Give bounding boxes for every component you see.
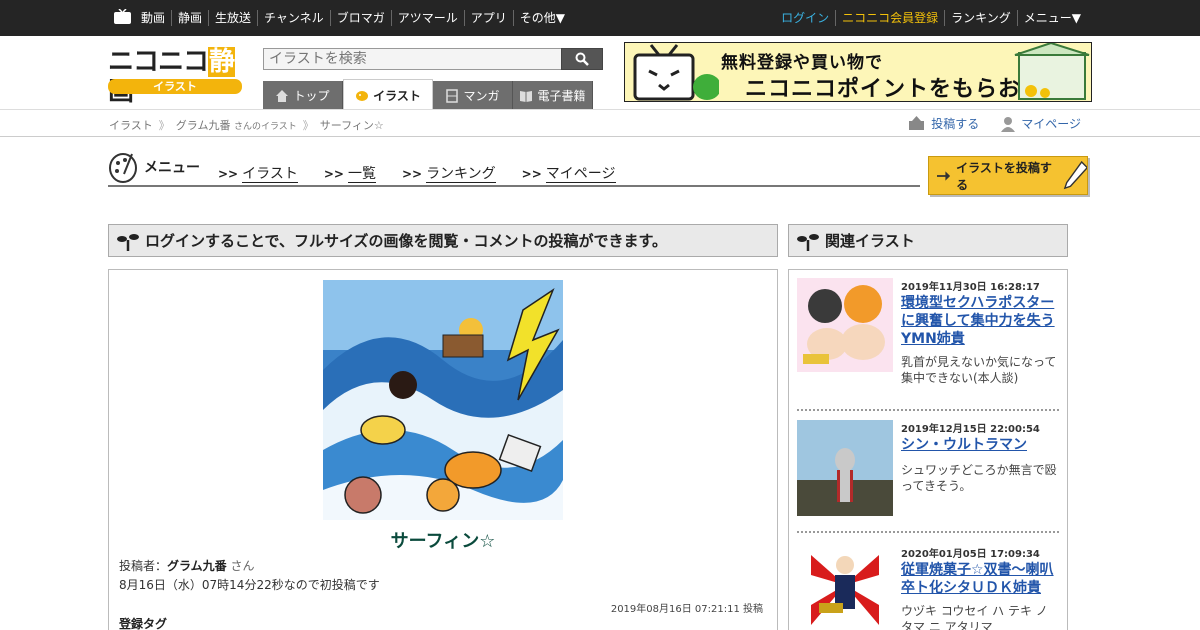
breadcrumb-current: サーフィン☆ xyxy=(319,119,384,132)
mypage-link[interactable]: マイページ xyxy=(1001,115,1081,132)
tags-heading: 登録タグ xyxy=(119,617,168,630)
menu-divider xyxy=(108,185,920,187)
sprout-icon xyxy=(117,233,139,251)
menu-link-list[interactable]: >> 一覧 xyxy=(324,163,376,183)
user-icon xyxy=(1001,116,1016,132)
sprout-icon xyxy=(797,233,819,251)
banner-tv-mascot xyxy=(633,44,719,101)
service-nav: 動画 静画 生放送 チャンネル ブロマガ アツマール アプリ その他▼ xyxy=(141,10,571,26)
search-icon xyxy=(575,52,589,66)
posted-timestamp: 2019年08月16日 07:21:11 投稿 xyxy=(610,604,763,615)
niconico-point-banner[interactable]: 無料登録や買い物で ニコニコポイントをもらおう xyxy=(624,42,1092,102)
pen-icon xyxy=(1063,160,1087,189)
related-thumbnail[interactable] xyxy=(797,278,893,372)
breadcrumb-bar: イラスト 》 グラム九番 さんのイラスト 》 サーフィン☆ 投稿する マイページ xyxy=(0,109,1200,137)
menu-dropdown[interactable]: メニュー▼ xyxy=(1016,10,1087,26)
arrow-right-icon xyxy=(937,170,951,181)
poster-name[interactable]: グラム九番 xyxy=(167,559,227,573)
post-illust-button[interactable]: イラストを投稿する xyxy=(928,156,1088,195)
related-description: シュワッチどころか無言で殴ってきそう。 xyxy=(901,463,1057,493)
related-item[interactable]: 2020年01月05日 17:09:34 従軍焼菓子☆双書～喇叭卒ト化シタＵＤＫ… xyxy=(797,545,1059,630)
related-header: 関連イラスト xyxy=(788,224,1068,257)
nav-atsumaru[interactable]: アツマール xyxy=(390,10,464,26)
related-date: 2019年11月30日 16:28:17 xyxy=(901,282,1040,293)
palette-icon xyxy=(356,91,369,101)
related-item[interactable]: 2019年11月30日 16:28:17 環境型セクハラポスターに興奮して集中力… xyxy=(797,278,1059,408)
niconico-seiga-logo[interactable]: ニコニコ静画 イラスト xyxy=(108,47,242,107)
login-notice-header: ログインすることで、フルサイズの画像を閲覧・コメントの投稿ができます。 xyxy=(108,224,778,257)
banner-main-text: ニコニコポイントをもらおう xyxy=(745,77,1045,102)
user-actions: 投稿する マイページ xyxy=(908,115,1081,132)
related-date: 2019年12月15日 22:00:54 xyxy=(901,424,1040,435)
tab-ebook[interactable]: 電子書籍 xyxy=(513,81,593,110)
illust-meta: 投稿者：グラム九番 さん 8月16日（水）07時14分22秒なので初投稿です xyxy=(119,557,380,595)
related-divider xyxy=(797,531,1059,533)
account-nav: ログイン ニコニコ会員登録 ランキング メニュー▼ xyxy=(775,10,1087,26)
section-tabs: トップ イラスト マンガ 電子書籍 xyxy=(263,79,593,110)
illust-caption: 8月16日（水）07時14分22秒なので初投稿です xyxy=(119,578,380,592)
nav-blomaga[interactable]: ブロマガ xyxy=(329,10,391,26)
related-divider xyxy=(797,409,1059,411)
menu-links: >> イラスト >> 一覧 >> ランキング >> マイページ xyxy=(218,163,616,183)
related-illust-list: 2019年11月30日 16:28:17 環境型セクハラポスターに興奮して集中力… xyxy=(788,269,1068,630)
menu-link-illust[interactable]: >> イラスト xyxy=(218,163,298,183)
related-title[interactable]: 従軍焼菓子☆双書～喇叭卒ト化シタＵＤＫ姉貴 xyxy=(901,561,1061,597)
nav-more-dropdown[interactable]: その他▼ xyxy=(512,10,571,26)
nav-app[interactable]: アプリ xyxy=(463,10,513,26)
home-icon xyxy=(276,89,289,102)
logo-subtitle: イラスト xyxy=(108,79,242,94)
illust-image[interactable] xyxy=(323,280,563,520)
logo-wordmark: ニコニコ静画 xyxy=(108,47,235,107)
menu-link-ranking[interactable]: >> ランキング xyxy=(402,163,496,183)
related-item[interactable]: 2019年12月15日 22:00:54 シン・ウルトラマン シュワッチどころか… xyxy=(797,420,1059,520)
tab-manga[interactable]: マンガ xyxy=(433,81,513,110)
palette-icon xyxy=(109,153,137,183)
related-thumbnail[interactable] xyxy=(811,545,879,630)
illust-title: サーフィン☆ xyxy=(390,531,496,552)
illust-detail: サーフィン☆ 投稿者：グラム九番 さん 8月16日（水）07時14分22秒なので… xyxy=(108,269,778,630)
search-input[interactable] xyxy=(263,48,562,70)
tab-top[interactable]: トップ xyxy=(263,81,343,110)
breadcrumb-separator: 》 xyxy=(158,119,170,132)
breadcrumb-author[interactable]: グラム九番 さんのイラスト xyxy=(176,117,297,133)
breadcrumb: イラスト 》 グラム九番 さんのイラスト 》 サーフィン☆ xyxy=(109,117,384,133)
ranking-link[interactable]: ランキング xyxy=(944,10,1017,26)
banner-headline: 無料登録や買い物で xyxy=(721,53,883,73)
poster-line: 投稿者：グラム九番 さん xyxy=(119,559,255,573)
login-link[interactable]: ログイン xyxy=(775,10,835,26)
menu-link-mypage[interactable]: >> マイページ xyxy=(522,163,616,183)
related-title[interactable]: シン・ウルトラマン xyxy=(901,436,1061,454)
breadcrumb-separator: 》 xyxy=(302,119,314,132)
niconico-tv-icon[interactable] xyxy=(114,9,131,24)
nav-video[interactable]: 動画 xyxy=(141,10,171,26)
related-description: 乳首が見えないか気になって集中できない(本人談) xyxy=(901,355,1057,385)
nav-live[interactable]: 生放送 xyxy=(208,10,257,26)
related-description: ウヅキ コウセイ ハ テキ ノ タマ ニ アタリマ xyxy=(901,604,1048,630)
menu-title: メニュー xyxy=(108,150,200,184)
banner-shop-illustration xyxy=(1014,43,1090,100)
nav-seiga[interactable]: 静画 xyxy=(171,10,208,26)
related-date: 2020年01月05日 17:09:34 xyxy=(901,549,1040,560)
search-button[interactable] xyxy=(561,48,603,70)
top-navigation-bar: 動画 静画 生放送 チャンネル ブロマガ アツマール アプリ その他▼ ログイン… xyxy=(0,0,1200,36)
related-thumbnail[interactable] xyxy=(797,420,893,516)
register-link[interactable]: ニコニコ会員登録 xyxy=(835,10,944,26)
related-title[interactable]: 環境型セクハラポスターに興奮して集中力を失うYMN姉貴 xyxy=(901,294,1061,348)
upload-icon xyxy=(909,116,925,130)
nav-channel[interactable]: チャンネル xyxy=(257,10,330,26)
post-link[interactable]: 投稿する xyxy=(908,115,979,132)
tab-illust[interactable]: イラスト xyxy=(343,79,433,110)
book-icon xyxy=(520,90,533,102)
illust-menu: メニュー >> イラスト >> 一覧 >> ランキング >> マイページ xyxy=(108,150,920,190)
breadcrumb-illust[interactable]: イラスト xyxy=(109,117,153,133)
manga-icon xyxy=(446,88,459,103)
